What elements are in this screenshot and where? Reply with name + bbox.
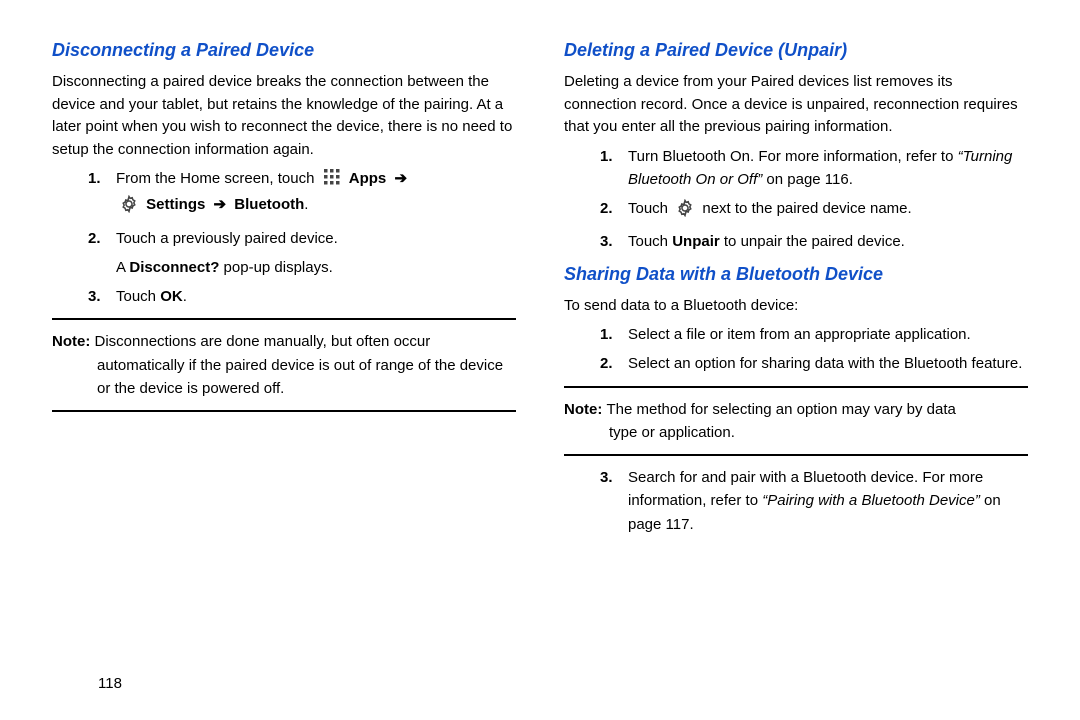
step-text: Search for and pair with a Bluetooth dev… <box>628 466 1028 536</box>
step-number: 3. <box>88 285 108 308</box>
intro-para: To send data to a Bluetooth device: <box>564 295 1028 318</box>
step-2: 2. Touch next to the paired device name. <box>600 197 1028 224</box>
disconnect-label: Disconnect? <box>129 259 219 276</box>
divider <box>52 410 516 412</box>
step-2-sub: A Disconnect? pop-up displays. <box>116 256 516 279</box>
divider <box>564 386 1028 388</box>
note-block: Note: The method for selecting an option… <box>564 398 1028 445</box>
step-text: Select an option for sharing data with t… <box>628 352 1028 375</box>
steps-list: 1. From the Home screen, touch Apps ➔ Se… <box>88 167 516 250</box>
steps-list-cont: 3.Search for and pair with a Bluetooth d… <box>600 466 1028 536</box>
step-number: 1. <box>88 167 108 221</box>
step-number: 1. <box>600 323 620 346</box>
step-3: 3.Search for and pair with a Bluetooth d… <box>600 466 1028 536</box>
apps-grid-icon <box>323 168 341 193</box>
step-3: 3. Touch OK. <box>88 285 516 308</box>
step-1: 1. From the Home screen, touch Apps ➔ Se… <box>88 167 516 221</box>
step-text: Select a file or item from an appropriat… <box>628 323 1028 346</box>
settings-label: Settings <box>146 196 205 213</box>
steps-list: 1. Turn Bluetooth On. For more informati… <box>600 145 1028 254</box>
t: . <box>183 288 187 305</box>
arrow-icon: ➔ <box>214 193 227 216</box>
step-1: 1. Turn Bluetooth On. For more informati… <box>600 145 1028 192</box>
intro-para: Deleting a device from your Paired devic… <box>564 71 1028 139</box>
t: A <box>116 259 129 276</box>
steps-list-cont: 3. Touch OK. <box>88 285 516 308</box>
bluetooth-label: Bluetooth <box>234 196 304 213</box>
step-text: Touch Unpair to unpair the paired device… <box>628 230 1028 253</box>
t: From the Home screen, touch <box>116 170 314 187</box>
intro-para: Disconnecting a paired device breaks the… <box>52 71 516 161</box>
cross-ref: “Pairing with a Bluetooth Device” <box>762 492 980 509</box>
right-column: Deleting a Paired Device (Unpair) Deleti… <box>564 40 1028 692</box>
manual-page: Disconnecting a Paired Device Disconnect… <box>0 0 1080 720</box>
step-text: Turn Bluetooth On. For more information,… <box>628 145 1028 192</box>
body-text: Disconnecting a paired device breaks the… <box>52 71 516 412</box>
t: pop-up displays. <box>219 259 332 276</box>
page-number: 118 <box>98 675 122 692</box>
t: Touch <box>628 233 672 250</box>
step-number: 2. <box>600 197 620 224</box>
step-2: 2. Touch a previously paired device. <box>88 227 516 250</box>
divider <box>52 318 516 320</box>
settings-gear-icon <box>676 199 694 224</box>
step-number: 2. <box>88 227 108 250</box>
note-cont: type or application. <box>609 421 1028 444</box>
apps-label: Apps <box>349 170 387 187</box>
step-number: 3. <box>600 466 620 536</box>
unpair-label: Unpair <box>672 233 720 250</box>
note-block: Note: Disconnections are done manually, … <box>52 330 516 400</box>
body-text: To send data to a Bluetooth device: 1. Se… <box>564 295 1028 536</box>
heading-deleting: Deleting a Paired Device (Unpair) <box>564 40 1028 61</box>
step-1: 1. Select a file or item from an appropri… <box>600 323 1028 346</box>
step-number: 2. <box>600 352 620 375</box>
left-column: Disconnecting a Paired Device Disconnect… <box>52 40 516 692</box>
heading-sharing: Sharing Data with a Bluetooth Device <box>564 264 1028 285</box>
body-text: Deleting a device from your Paired devic… <box>564 71 1028 254</box>
step-text: Touch a previously paired device. <box>116 227 516 250</box>
step-number: 1. <box>600 145 620 192</box>
note-label: Note: <box>52 333 95 350</box>
t: Touch <box>628 200 672 217</box>
step-text: Touch next to the paired device name. <box>628 197 1028 224</box>
steps-list: 1. Select a file or item from an appropri… <box>600 323 1028 376</box>
t: next to the paired device name. <box>702 200 911 217</box>
step-3: 3. Touch Unpair to unpair the paired dev… <box>600 230 1028 253</box>
t: to unpair the paired device. <box>720 233 905 250</box>
t: Turn Bluetooth On. For more information,… <box>628 148 958 165</box>
step-number: 3. <box>600 230 620 253</box>
t: on page 116. <box>762 171 853 188</box>
note-text: Disconnections are done manually, but of… <box>95 333 431 350</box>
note-text: The method for selecting an option may v… <box>607 401 956 418</box>
step-text: From the Home screen, touch Apps ➔ Setti… <box>116 167 516 221</box>
note-cont: automatically if the paired device is ou… <box>97 354 516 401</box>
heading-disconnecting: Disconnecting a Paired Device <box>52 40 516 61</box>
ok-label: OK <box>160 288 183 305</box>
arrow-icon: ➔ <box>394 167 407 190</box>
divider <box>564 454 1028 456</box>
t: Touch <box>116 288 160 305</box>
note-label: Note: <box>564 401 607 418</box>
step-text: Touch OK. <box>116 285 516 308</box>
step-2: 2. Select an option for sharing data with… <box>600 352 1028 375</box>
settings-gear-icon <box>120 195 138 220</box>
